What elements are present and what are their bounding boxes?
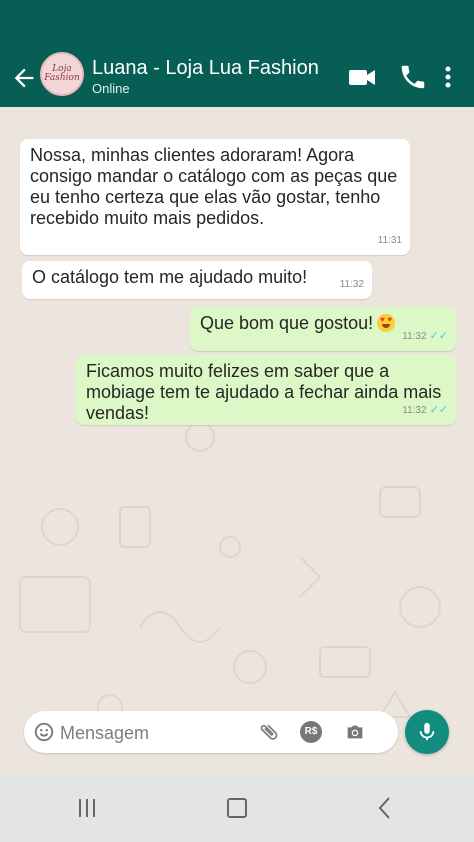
home-icon[interactable] bbox=[222, 793, 252, 823]
avatar[interactable]: Loja Fashion bbox=[40, 52, 84, 96]
read-ticks-icon: ✓✓ bbox=[429, 330, 448, 342]
message-text: O catálogo tem me ajudado muito! bbox=[32, 267, 308, 287]
message-meta: 11:32 ✓✓ bbox=[402, 400, 448, 421]
message-meta: 11:32 ✓✓ bbox=[402, 326, 448, 347]
message-text: Que bom que gostou! bbox=[200, 313, 374, 333]
message-bubble-outgoing[interactable]: Ficamos muito felizes em saber que a mob… bbox=[76, 355, 456, 425]
recent-apps-icon[interactable] bbox=[72, 793, 102, 823]
avatar-text-bottom: Fashion bbox=[44, 73, 80, 83]
emoji-icon[interactable] bbox=[33, 721, 55, 743]
system-navigation-bar bbox=[0, 773, 474, 842]
back-arrow-icon[interactable] bbox=[10, 64, 38, 92]
microphone-icon bbox=[419, 722, 435, 741]
message-time: 11:31 bbox=[377, 235, 402, 246]
more-options-icon[interactable] bbox=[436, 62, 460, 92]
attach-icon[interactable] bbox=[258, 721, 280, 743]
message-text: Nossa, minhas clientes adoraram! Agora c… bbox=[30, 145, 398, 228]
message-bubble-incoming[interactable]: Nossa, minhas clientes adoraram! Agora c… bbox=[20, 139, 410, 255]
video-call-icon[interactable] bbox=[347, 62, 377, 92]
message-bubble-outgoing[interactable]: Que bom que gostou! 11:32✓✓ bbox=[190, 307, 456, 351]
message-time: 11:32 bbox=[402, 331, 427, 342]
currency-icon[interactable]: R$ bbox=[300, 721, 322, 743]
contact-status: Online bbox=[92, 81, 130, 96]
message-time: 11:32 bbox=[402, 405, 427, 416]
message-text: Ficamos muito felizes em saber que a mob… bbox=[86, 361, 442, 423]
message-input[interactable] bbox=[58, 719, 262, 747]
read-ticks-icon: ✓✓ bbox=[429, 404, 448, 416]
microphone-button[interactable] bbox=[405, 710, 449, 754]
chat-area[interactable]: Nossa, minhas clientes adoraram! Agora c… bbox=[0, 107, 474, 773]
chat-header: Loja Fashion Luana - Loja Lua Fashion On… bbox=[0, 0, 474, 107]
back-icon[interactable] bbox=[370, 793, 400, 823]
contact-name[interactable]: Luana - Loja Lua Fashion bbox=[92, 57, 319, 80]
message-time: 11:32 bbox=[339, 279, 364, 290]
message-composer: R$ bbox=[24, 711, 398, 753]
heart-eyes-emoji-icon bbox=[377, 314, 396, 332]
phone-icon[interactable] bbox=[398, 62, 428, 92]
camera-icon[interactable] bbox=[344, 721, 366, 743]
message-bubble-incoming[interactable]: O catálogo tem me ajudado muito! 11:32 bbox=[22, 261, 372, 299]
